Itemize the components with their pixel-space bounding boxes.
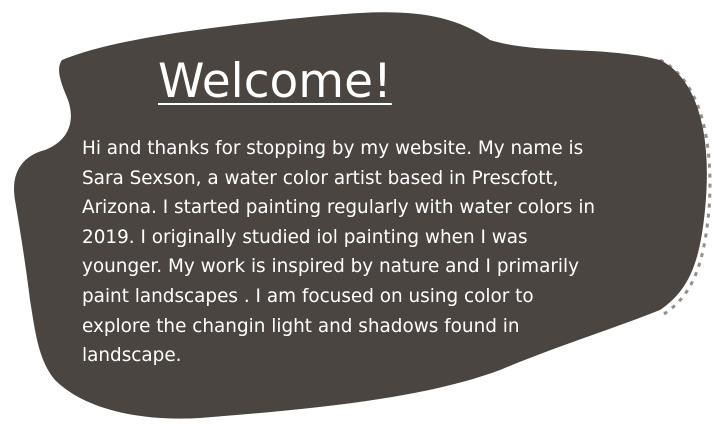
intro-paragraph: Hi and thanks for stopping by my website…	[82, 138, 596, 367]
welcome-panel: Welcome! Hi and thanks for stopping by m…	[0, 0, 715, 433]
welcome-heading: Welcome!	[158, 54, 392, 109]
